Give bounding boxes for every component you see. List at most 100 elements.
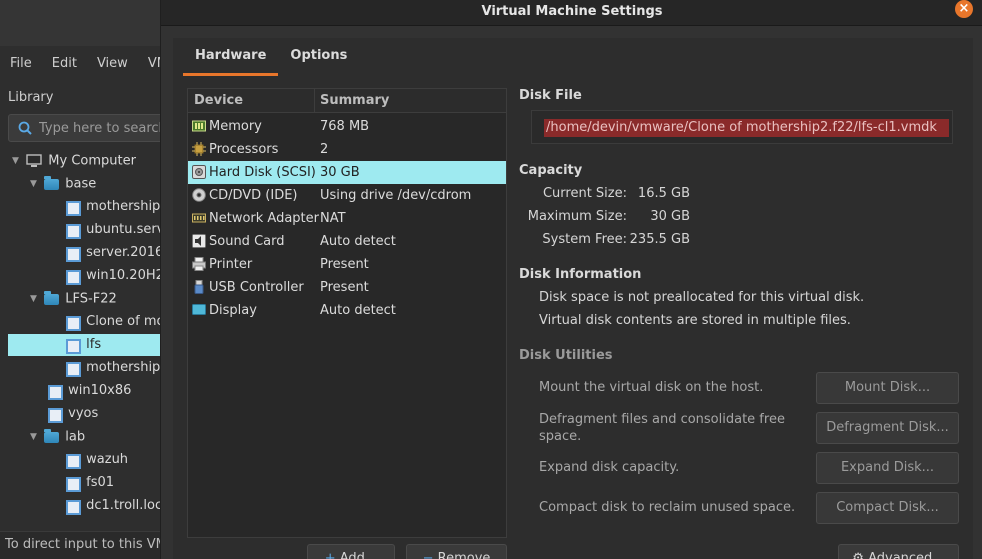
dialog-titlebar[interactable]: Virtual Machine Settings × (161, 0, 982, 26)
disk-utilities-title: Disk Utilities (519, 348, 613, 363)
expand-disk-description: Expand disk capacity. (539, 460, 680, 475)
device-name: Memory (209, 119, 262, 134)
device-row-printer[interactable]: Printer Present (188, 253, 506, 276)
menu-file[interactable]: File (0, 52, 42, 76)
tree-item[interactable]: server.2016.9 (64, 242, 176, 264)
tree-item[interactable]: ▼ My Computer (12, 150, 136, 172)
tree-item[interactable]: Clone of mot (64, 311, 170, 333)
menu-view[interactable]: View (87, 52, 138, 76)
disk-info-line: Disk space is not preallocated for this … (539, 290, 865, 305)
remove-device-label: Remove (437, 551, 491, 559)
column-header-device[interactable]: Device (194, 93, 243, 108)
vm-icon (64, 361, 81, 377)
tree-item[interactable]: wazuh (64, 449, 128, 471)
remove-device-button[interactable]: − Remove (406, 544, 507, 559)
column-header-summary[interactable]: Summary (320, 93, 389, 108)
close-icon[interactable]: × (955, 0, 973, 18)
tree-item[interactable]: ▼ lab (30, 426, 85, 448)
disk-information-title: Disk Information (519, 267, 642, 282)
tab-hardware[interactable]: Hardware (183, 46, 279, 76)
device-name: Hard Disk (SCSI) (209, 165, 316, 180)
system-free-value: 235.5 GB (629, 232, 690, 247)
vm-icon (64, 223, 81, 239)
search-icon (18, 121, 32, 135)
device-row-sound-card[interactable]: Sound Card Auto detect (188, 230, 506, 253)
tree-item-label: Clone of mot (86, 314, 170, 329)
defragment-description: Defragment files and consolidate free sp… (539, 412, 785, 444)
compact-disk-button[interactable]: Compact Disk... (816, 492, 959, 524)
vm-icon (64, 476, 81, 492)
tree-item[interactable]: fs01 (64, 472, 114, 494)
advanced-button[interactable]: ⚙ Advanced... (838, 544, 959, 559)
tree-item[interactable]: ubuntu.serve (64, 219, 172, 241)
collapse-arrow-icon[interactable]: ▼ (30, 288, 40, 310)
gear-icon: ⚙ (852, 551, 869, 559)
device-summary: Auto detect (320, 234, 396, 249)
folder-icon (44, 175, 60, 190)
tree-item-label: LFS-F22 (65, 291, 117, 307)
tree-item[interactable]: mothership-t (64, 196, 170, 218)
advanced-label: Advanced... (868, 551, 945, 559)
device-summary: NAT (320, 211, 346, 226)
device-list: Device Summary Memory 768 MB Processors … (187, 88, 507, 538)
compact-disk-description: Compact disk to reclaim unused space. (539, 500, 796, 515)
disk-info-line: Virtual disk contents are stored in mult… (539, 313, 851, 328)
tree-item[interactable]: win10x86 (46, 380, 131, 402)
collapse-arrow-icon[interactable]: ▼ (30, 426, 40, 448)
device-list-header: Device Summary (188, 89, 506, 113)
device-summary: Present (320, 257, 369, 272)
tree-item-selected[interactable]: lfs (8, 334, 170, 356)
library-search[interactable] (8, 114, 169, 142)
collapse-arrow-icon[interactable]: ▼ (12, 150, 22, 172)
folder-icon (44, 290, 60, 305)
column-separator (314, 89, 315, 113)
vm-icon (46, 407, 63, 423)
tree-item[interactable]: ▼ LFS-F22 (30, 288, 117, 310)
device-summary: 768 MB (320, 119, 370, 134)
device-summary: Present (320, 280, 369, 295)
disk-file-path[interactable]: /home/devin/vmware/Clone of mothership2.… (544, 119, 949, 137)
vm-icon (64, 453, 81, 469)
processor-icon (192, 142, 206, 156)
device-row-processors[interactable]: Processors 2 (188, 138, 506, 161)
tree-item-label: win10x86 (68, 383, 132, 398)
status-bar-text: To direct input to this VM (0, 531, 170, 559)
tab-options[interactable]: Options (278, 46, 359, 76)
vm-icon (64, 499, 81, 515)
add-device-button[interactable]: + Add... (307, 544, 395, 559)
mount-disk-button[interactable]: Mount Disk... (816, 372, 959, 404)
main-window: File Edit View VM Library ▼ My Computer … (0, 0, 176, 559)
mount-disk-description: Mount the virtual disk on the host. (539, 380, 764, 395)
tree-item-label: dc1.troll.loca (86, 498, 171, 513)
tree-item[interactable]: dc1.troll.loca (64, 495, 170, 517)
device-name: Printer (209, 257, 253, 272)
vm-icon (64, 246, 81, 262)
device-summary: Auto detect (320, 303, 396, 318)
vm-settings-dialog: Virtual Machine Settings × Hardware Opti… (160, 0, 982, 559)
device-row-network-adapter[interactable]: Network Adapter NAT (188, 207, 506, 230)
device-row-cd-dvd[interactable]: CD/DVD (IDE) Using drive /dev/cdrom (188, 184, 506, 207)
tree-item[interactable]: vyos (46, 403, 98, 425)
library-search-input[interactable] (39, 119, 169, 138)
printer-icon (192, 257, 206, 271)
device-row-memory[interactable]: Memory 768 MB (188, 115, 506, 138)
sound-card-icon (192, 234, 206, 248)
vm-icon (64, 315, 81, 331)
tree-item[interactable]: ▼ base (30, 173, 96, 195)
expand-disk-button[interactable]: Expand Disk... (816, 452, 959, 484)
collapse-arrow-icon[interactable]: ▼ (30, 173, 40, 195)
tab-bar: Hardware Options (183, 46, 359, 76)
disk-file-field[interactable]: /home/devin/vmware/Clone of mothership2.… (531, 110, 953, 144)
device-row-usb-controller[interactable]: USB Controller Present (188, 276, 506, 299)
vm-icon (64, 200, 81, 216)
device-summary: 2 (320, 142, 329, 157)
device-row-hard-disk[interactable]: Hard Disk (SCSI) 30 GB (188, 161, 506, 184)
tree-item-label: mothership-t (86, 199, 171, 214)
device-row-display[interactable]: Display Auto detect (188, 299, 506, 322)
defragment-disk-button[interactable]: Defragment Disk... (816, 412, 959, 444)
maximum-size-label: Maximum Size: (527, 209, 627, 224)
vm-icon (64, 338, 81, 354)
tree-item[interactable]: mothership2 (64, 357, 169, 379)
tree-item-label: vyos (68, 406, 99, 421)
menu-edit[interactable]: Edit (42, 52, 87, 76)
